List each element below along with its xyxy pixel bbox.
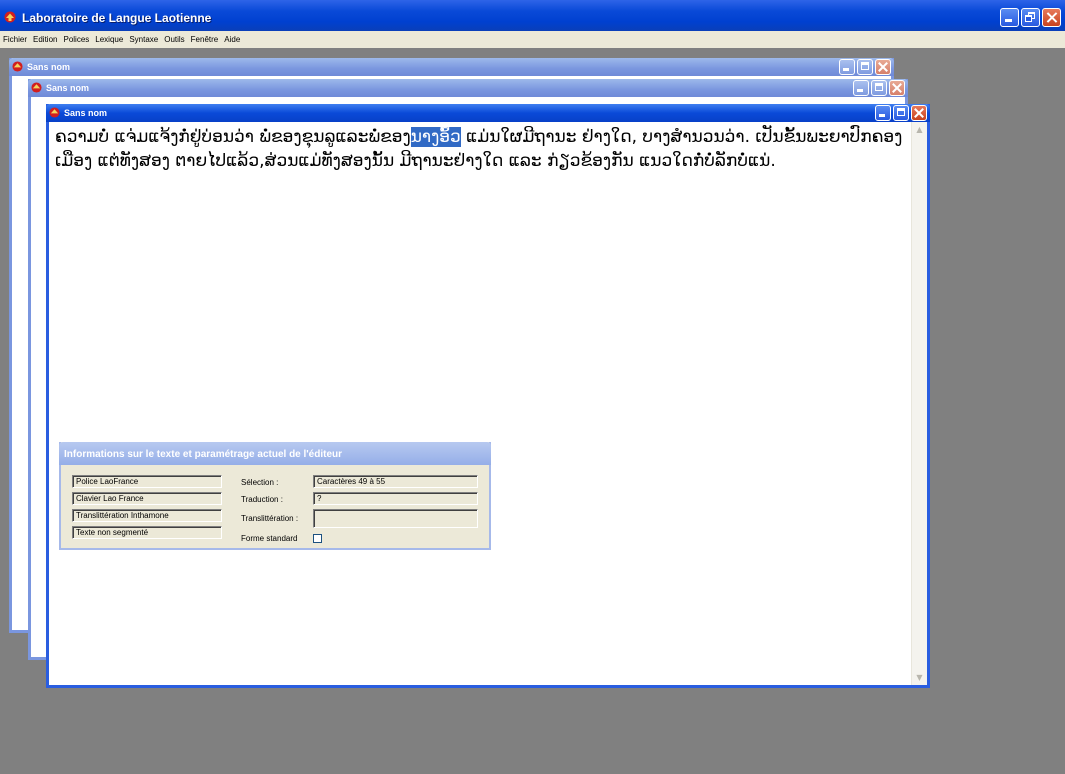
keyboard-field: Clavier Lao France: [72, 492, 222, 505]
menu-bar: Fichier Edition Polices Lexique Syntaxe …: [0, 31, 1065, 48]
maximize-icon[interactable]: [857, 59, 873, 75]
close-icon[interactable]: [1042, 8, 1061, 27]
app-titlebar: Laboratoire de Langue Laotienne: [0, 0, 1065, 31]
document-icon: [31, 82, 42, 93]
standard-form-label: Forme standard: [241, 534, 298, 543]
translation-label: Traduction :: [241, 495, 283, 504]
minimize-icon[interactable]: [853, 80, 869, 96]
editor-text-before: ຄວາມບໍ່ ແຈ່ມແຈ້ງກໍ່ຢູ່ບ່ອນວ່າ ພໍ່ຂອງຂຸນລ…: [55, 127, 411, 147]
window-titlebar[interactable]: Sans nom: [28, 79, 908, 97]
segmentation-field: Texte non segmenté: [72, 526, 222, 539]
editor-selection: ນາງອົ້ວ: [410, 127, 461, 147]
info-panel-title: Informations sur le texte et paramétrage…: [64, 449, 343, 460]
transliteration-field: [313, 509, 478, 528]
transliteration-scheme-field: Translittération Inthamone: [72, 509, 222, 522]
window-title: Sans nom: [27, 62, 71, 72]
scroll-down-icon[interactable]: ▼: [914, 672, 925, 683]
document-window-active[interactable]: Sans nom ຄວາມບໍ່ ແຈ່ມແຈ້ງກໍ່ຢູ່ບ່ອນວ່າ ພ…: [46, 104, 930, 688]
minimize-icon[interactable]: [1000, 8, 1019, 27]
scroll-up-icon[interactable]: ▲: [914, 124, 925, 135]
translation-field: ?: [313, 492, 478, 505]
app-caption-buttons: [1000, 8, 1061, 27]
menu-fichier[interactable]: Fichier: [0, 35, 30, 44]
maximize-icon[interactable]: [893, 105, 909, 121]
document-icon: [49, 107, 60, 118]
font-field: Police LaoFrance: [72, 475, 222, 488]
menu-edition[interactable]: Edition: [30, 35, 60, 44]
menu-aide[interactable]: Aide: [221, 35, 243, 44]
menu-polices[interactable]: Polices: [60, 35, 92, 44]
restore-icon[interactable]: [1021, 8, 1040, 27]
text-info-panel: Informations sur le texte et paramétrage…: [59, 442, 491, 550]
app-title: Laboratoire de Langue Laotienne: [22, 11, 212, 25]
text-editor[interactable]: ຄວາມບໍ່ ແຈ່ມແຈ້ງກໍ່ຢູ່ບ່ອນວ່າ ພໍ່ຂອງຂຸນລ…: [55, 125, 905, 173]
info-panel-titlebar[interactable]: Informations sur le texte et paramétrage…: [59, 442, 491, 465]
minimize-icon[interactable]: [875, 105, 891, 121]
app-logo-icon: [4, 11, 16, 23]
menu-fenetre[interactable]: Fenêtre: [188, 35, 222, 44]
selection-label: Sélection :: [241, 478, 279, 487]
window-caption-buttons: [853, 80, 905, 96]
transliteration-label: Translittération :: [241, 514, 299, 523]
close-icon[interactable]: [911, 105, 927, 121]
vertical-scrollbar[interactable]: ▲ ▼: [911, 122, 927, 685]
window-caption-buttons: [839, 59, 891, 75]
minimize-icon[interactable]: [839, 59, 855, 75]
window-titlebar[interactable]: Sans nom: [9, 58, 894, 76]
window-title: Sans nom: [64, 108, 108, 118]
close-icon[interactable]: [875, 59, 891, 75]
close-icon[interactable]: [889, 80, 905, 96]
selection-field: Caractères 49 à 55: [313, 475, 478, 488]
document-icon: [12, 61, 23, 72]
menu-syntaxe[interactable]: Syntaxe: [126, 35, 161, 44]
window-title: Sans nom: [46, 83, 90, 93]
window-titlebar[interactable]: Sans nom: [46, 104, 930, 122]
menu-outils[interactable]: Outils: [161, 35, 187, 44]
maximize-icon[interactable]: [871, 80, 887, 96]
standard-form-checkbox[interactable]: [313, 534, 322, 543]
window-caption-buttons: [875, 105, 927, 121]
menu-lexique[interactable]: Lexique: [92, 35, 126, 44]
